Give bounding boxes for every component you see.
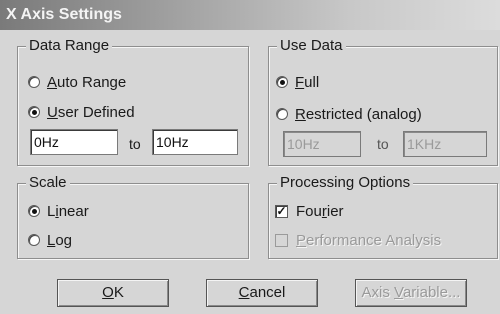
processing-options-title: Processing Options [277,174,414,192]
radio-dot-icon [31,208,37,214]
use-data-title: Use Data [277,37,346,55]
linear-radio[interactable]: Linear [28,201,89,221]
full-label: Full [295,73,320,91]
radio-button-icon [28,106,40,118]
data-range-from-input[interactable]: 0Hz [30,129,118,155]
data-range-to-input[interactable]: 10Hz [152,129,238,155]
fourier-checkbox[interactable]: ✓ Fourier [275,201,344,221]
radio-button-icon [28,234,40,246]
restricted-radio[interactable]: Restricted (analog) [276,104,422,124]
radio-button-icon [28,76,40,88]
radio-button-icon [276,76,288,88]
user-defined-radio[interactable]: User Defined [28,102,135,122]
use-data-to-label: to [377,136,389,152]
cancel-button[interactable]: Cancel [206,279,318,307]
radio-dot-icon [31,109,37,115]
log-radio[interactable]: Log [28,230,72,250]
radio-button-icon [28,205,40,217]
window-title-bar[interactable]: X Axis Settings [0,0,500,30]
auto-range-radio[interactable]: Auto Range [28,72,126,92]
radio-dot-icon [279,79,285,85]
linear-label: Linear [47,202,89,220]
axis-variable-button[interactable]: Axis Variable... [355,279,467,307]
radio-button-icon [276,108,288,120]
use-data-from-input[interactable]: 10Hz [283,131,361,157]
window-title: X Axis Settings [6,6,122,23]
check-icon: ✓ [275,203,288,218]
performance-analysis-label: Performance Analysis [296,231,442,249]
data-range-title: Data Range [26,37,113,55]
use-data-to-input[interactable]: 1KHz [403,131,487,157]
auto-range-label: Auto Range [47,73,127,91]
performance-analysis-checkbox[interactable]: Performance Analysis [275,230,441,250]
data-range-to-label: to [129,136,141,152]
restricted-label: Restricted (analog) [295,105,422,123]
user-defined-label: User Defined [47,103,135,121]
full-radio[interactable]: Full [276,72,319,92]
scale-title: Scale [26,174,70,192]
ok-button[interactable]: OK [57,279,169,307]
checkbox-icon [275,233,288,247]
fourier-label: Fourier [296,202,344,220]
log-label: Log [47,231,73,249]
